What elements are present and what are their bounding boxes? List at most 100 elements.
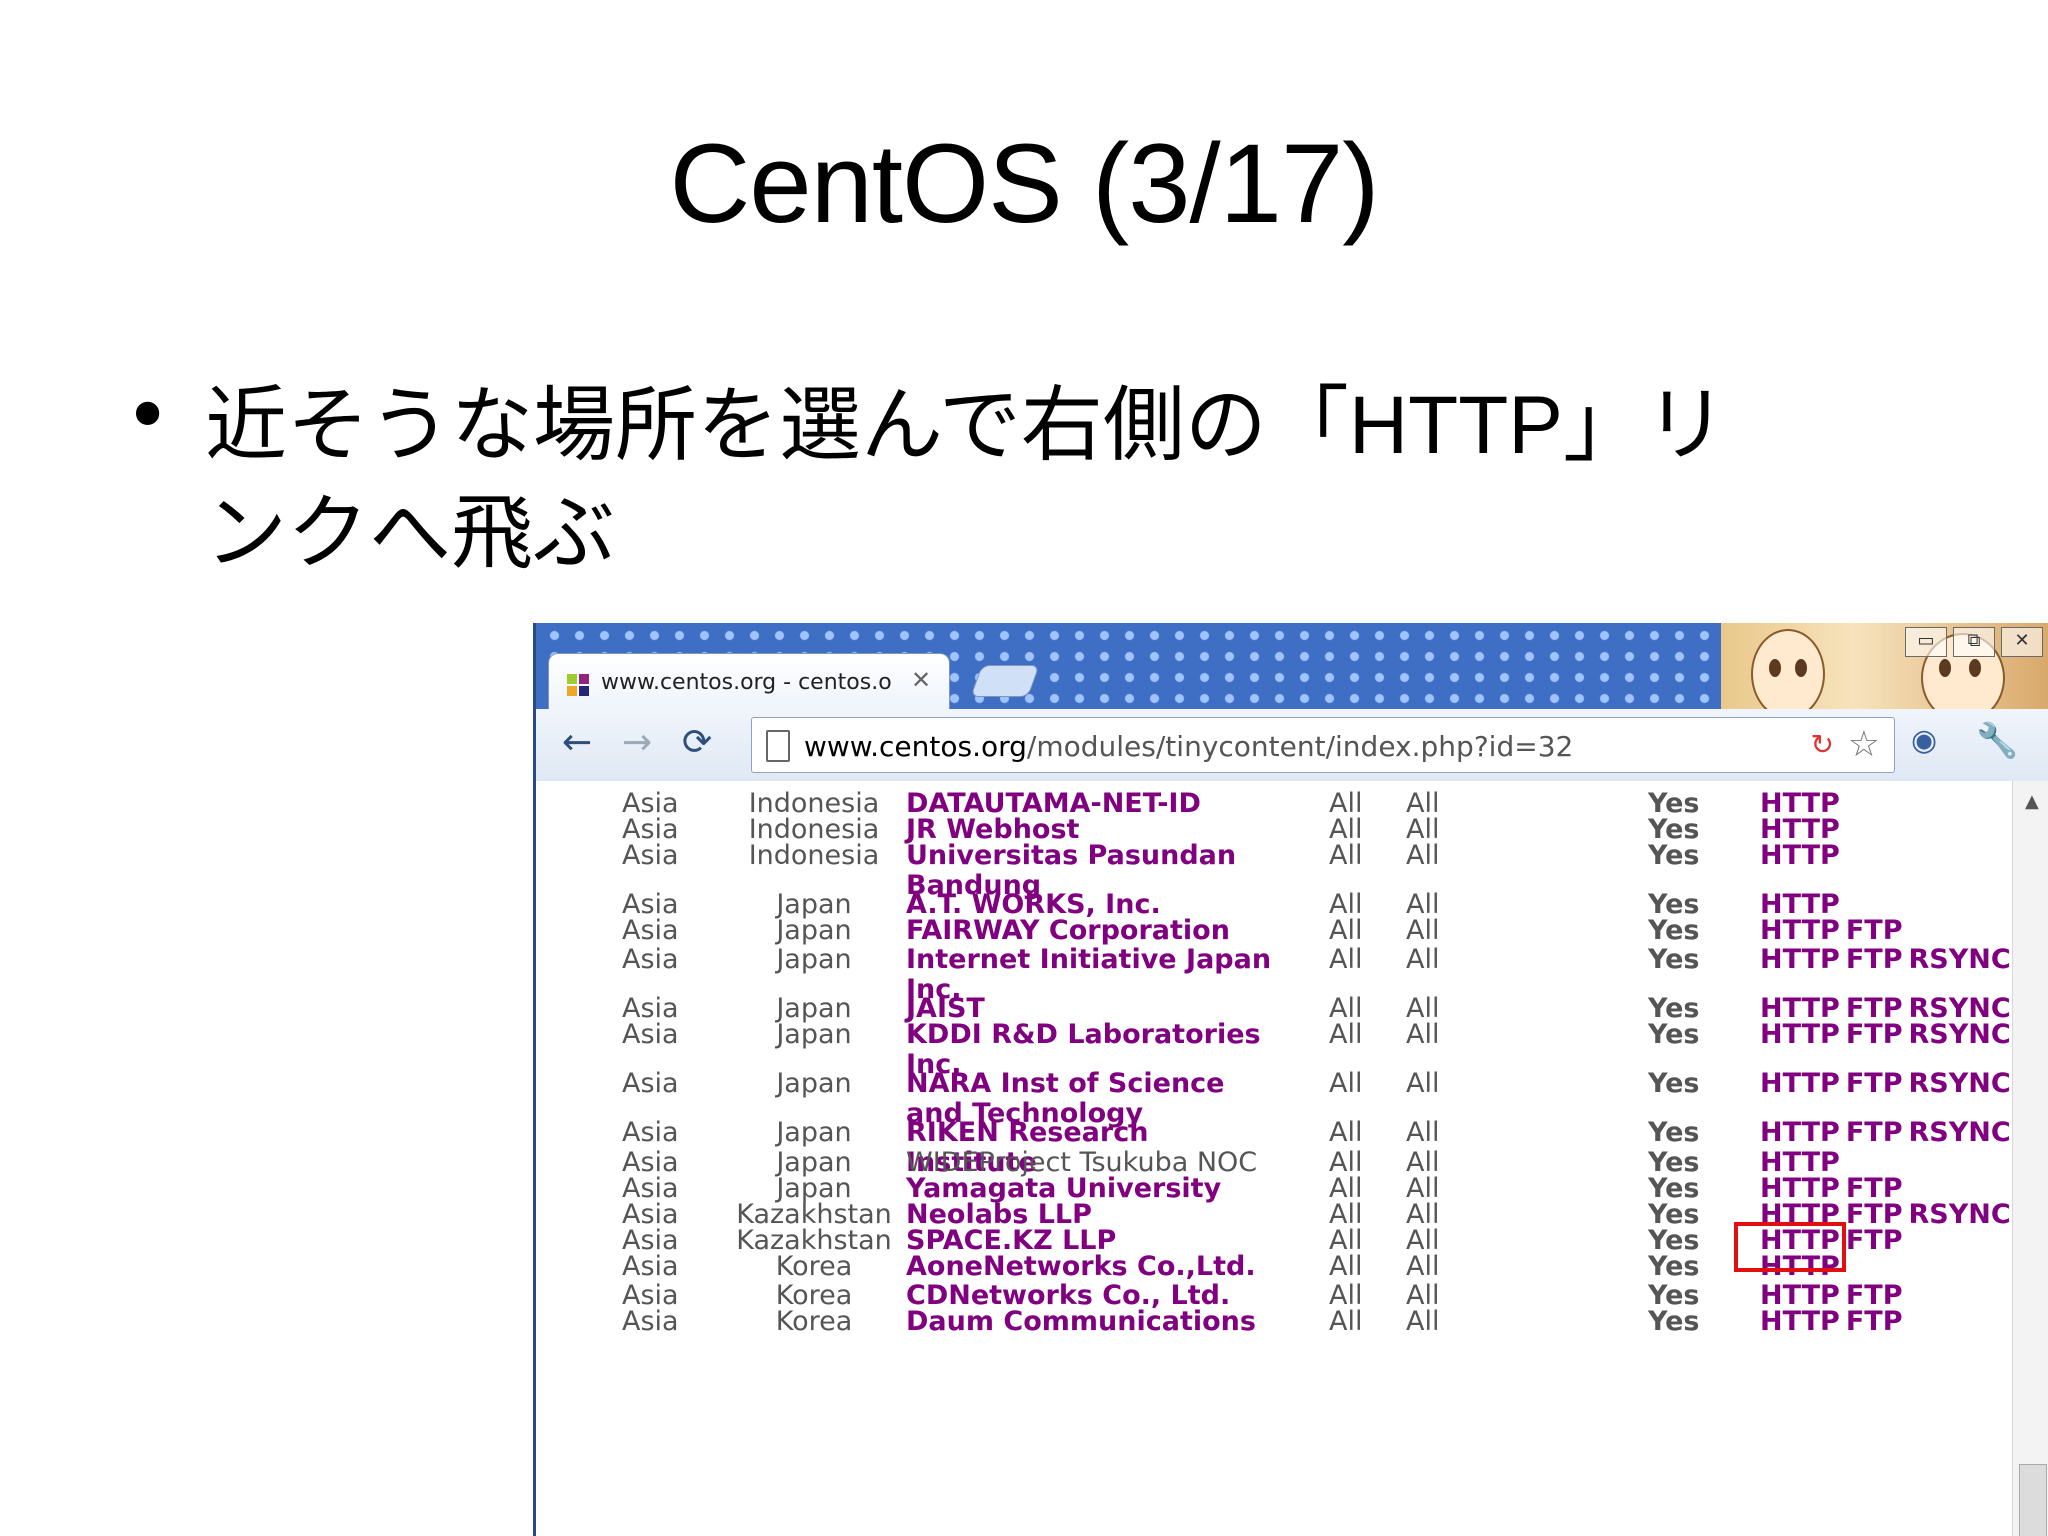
version-cell: All [1406,1068,1440,1099]
mirror-name-link[interactable]: FAIRWAY Corporation [906,916,1286,946]
settings-wrench-icon[interactable]: 🔧 [1976,721,2018,761]
slide-title: CentOS (3/17) [669,121,1379,246]
country-cell: Korea [775,1251,853,1282]
page-icon [766,730,790,762]
new-tab-button[interactable] [970,665,1040,697]
country-cell: Japan [776,944,852,975]
architecture-cell: All [1329,1068,1363,1099]
browser-window: www.centos.org - centos.o ✕ ▭ ⧉ ✕ ← → ⟳ … [533,623,2048,1536]
version-cell: All [1406,915,1440,946]
http-link[interactable]: HTTP [1760,1019,1840,1050]
protocol-links: HTTP FTP RSYNC [1760,1118,2012,1148]
protocol-links: HTTP FTP RSYNC [1760,1020,2012,1050]
http-link[interactable]: HTTP [1760,1117,1840,1148]
tab-title: www.centos.org - centos.o [601,670,892,695]
version-cell: All [1406,1019,1440,1050]
region-cell: Asia [622,840,679,871]
reload-icon[interactable]: ⟳ [682,725,712,761]
http-highlight-box [1734,1222,1846,1272]
address-bar[interactable]: www.centos.org/modules/tinycontent/index… [751,717,1895,773]
rsync-link[interactable]: RSYNC [1909,1199,2011,1230]
rsync-link[interactable]: RSYNC [1909,1019,2011,1050]
protocol-links: HTTP FTP RSYNC [1760,1069,2012,1099]
region-cell: Asia [622,1117,679,1148]
back-arrow-icon[interactable]: ← [562,725,592,761]
url-path: /modules/tinycontent/index.php?id=32 [1026,730,1574,763]
version-cell: All [1406,944,1440,975]
architecture-cell: All [1329,944,1363,975]
region-cell: Asia [622,1306,679,1337]
status-cell: Yes [1648,1019,1700,1050]
region-cell: Asia [622,1251,679,1282]
protocol-links: HTTP FTP RSYNC [1760,945,2012,975]
http-link[interactable]: HTTP [1760,840,1840,871]
architecture-cell: All [1329,1251,1363,1282]
tab-close-icon[interactable]: ✕ [911,666,931,694]
status-cell: Yes [1648,1251,1700,1282]
ftp-link[interactable]: FTP [1846,1019,1903,1050]
bullet-text-part2: 」リ [1563,378,1728,473]
ftp-link[interactable]: FTP [1846,1068,1903,1099]
bullet-point: • [124,369,172,462]
browser-titlebar: www.centos.org - centos.o ✕ ▭ ⧉ ✕ [536,623,2048,712]
http-link[interactable]: HTTP [1760,915,1840,946]
architecture-cell: All [1329,1117,1363,1148]
rsync-link[interactable]: RSYNC [1909,1068,2011,1099]
mirror-name-link[interactable]: Daum Communications [906,1307,1286,1337]
region-cell: Asia [622,1068,679,1099]
country-cell: Japan [776,1117,852,1148]
status-cell: Yes [1648,1306,1700,1337]
protocol-links: HTTP FTP [1760,916,1909,946]
bookmark-star-icon[interactable]: ☆ [1848,724,1880,765]
mirror-name-link[interactable]: AoneNetworks Co.,Ltd. [906,1252,1286,1282]
bullet-text-http: HTTP [1348,380,1563,471]
browser-toolbar: ← → ⟳ www.centos.org/modules/tinycontent… [536,709,2048,782]
scrollbar-thumb[interactable] [2019,1464,2047,1536]
vertical-scrollbar[interactable]: ▲ [2012,781,2048,1536]
status-cell: Yes [1648,1068,1700,1099]
bullet-text-line2: ンクへ飛ぶ [205,486,616,581]
ftp-link[interactable]: FTP [1846,915,1903,946]
forward-arrow-icon[interactable]: → [622,725,652,761]
status-cell: Yes [1648,1117,1700,1148]
bullet-text-part1: 近そうな場所を選んで右側の「 [205,378,1349,473]
protocol-links: HTTP FTP [1760,1307,1909,1337]
window-maximize-button[interactable]: ⧉ [1953,627,1995,657]
status-cell: Yes [1648,944,1700,975]
architecture-cell: All [1329,1306,1363,1337]
region-cell: Asia [622,915,679,946]
country-cell: Japan [776,915,852,946]
architecture-cell: All [1329,1019,1363,1050]
status-cell: Yes [1648,840,1700,871]
version-cell: All [1406,1251,1440,1282]
http-link[interactable]: HTTP [1760,1068,1840,1099]
http-link[interactable]: HTTP [1760,944,1840,975]
theme-decoration-image: ▭ ⧉ ✕ [1721,623,2048,709]
ftp-link[interactable]: FTP [1846,1306,1903,1337]
centos-favicon-icon [567,674,589,696]
http-link[interactable]: HTTP [1760,1306,1840,1337]
region-cell: Asia [622,944,679,975]
version-cell: All [1406,1117,1440,1148]
url-host: www.centos.org [804,730,1027,763]
ftp-link[interactable]: FTP [1846,1225,1903,1256]
browser-tab[interactable]: www.centos.org - centos.o ✕ [548,653,950,712]
extension-eye-icon[interactable]: ◉ [1911,723,1937,758]
status-cell: Yes [1648,915,1700,946]
bullet-text: 近そうな場所を選んで右側の「HTTP」リ ンクへ飛ぶ [205,372,1905,588]
page-action-icon[interactable]: ↻ [1811,728,1834,761]
country-cell: Indonesia [748,840,880,871]
region-cell: Asia [622,1019,679,1050]
scroll-up-arrow-icon[interactable]: ▲ [2025,791,2039,812]
window-minimize-button[interactable]: ▭ [1905,627,1947,657]
architecture-cell: All [1329,915,1363,946]
version-cell: All [1406,1306,1440,1337]
ftp-link[interactable]: FTP [1846,1117,1903,1148]
url-text[interactable]: www.centos.org/modules/tinycontent/index… [804,730,1573,763]
ftp-link[interactable]: FTP [1846,944,1903,975]
window-close-button[interactable]: ✕ [2001,627,2043,657]
mirror-table: Asia Indonesia DATAUTAMA-NET-ID All All Yes HT… [536,781,2012,1536]
architecture-cell: All [1329,840,1363,871]
rsync-link[interactable]: RSYNC [1909,1117,2011,1148]
rsync-link[interactable]: RSYNC [1909,944,2011,975]
